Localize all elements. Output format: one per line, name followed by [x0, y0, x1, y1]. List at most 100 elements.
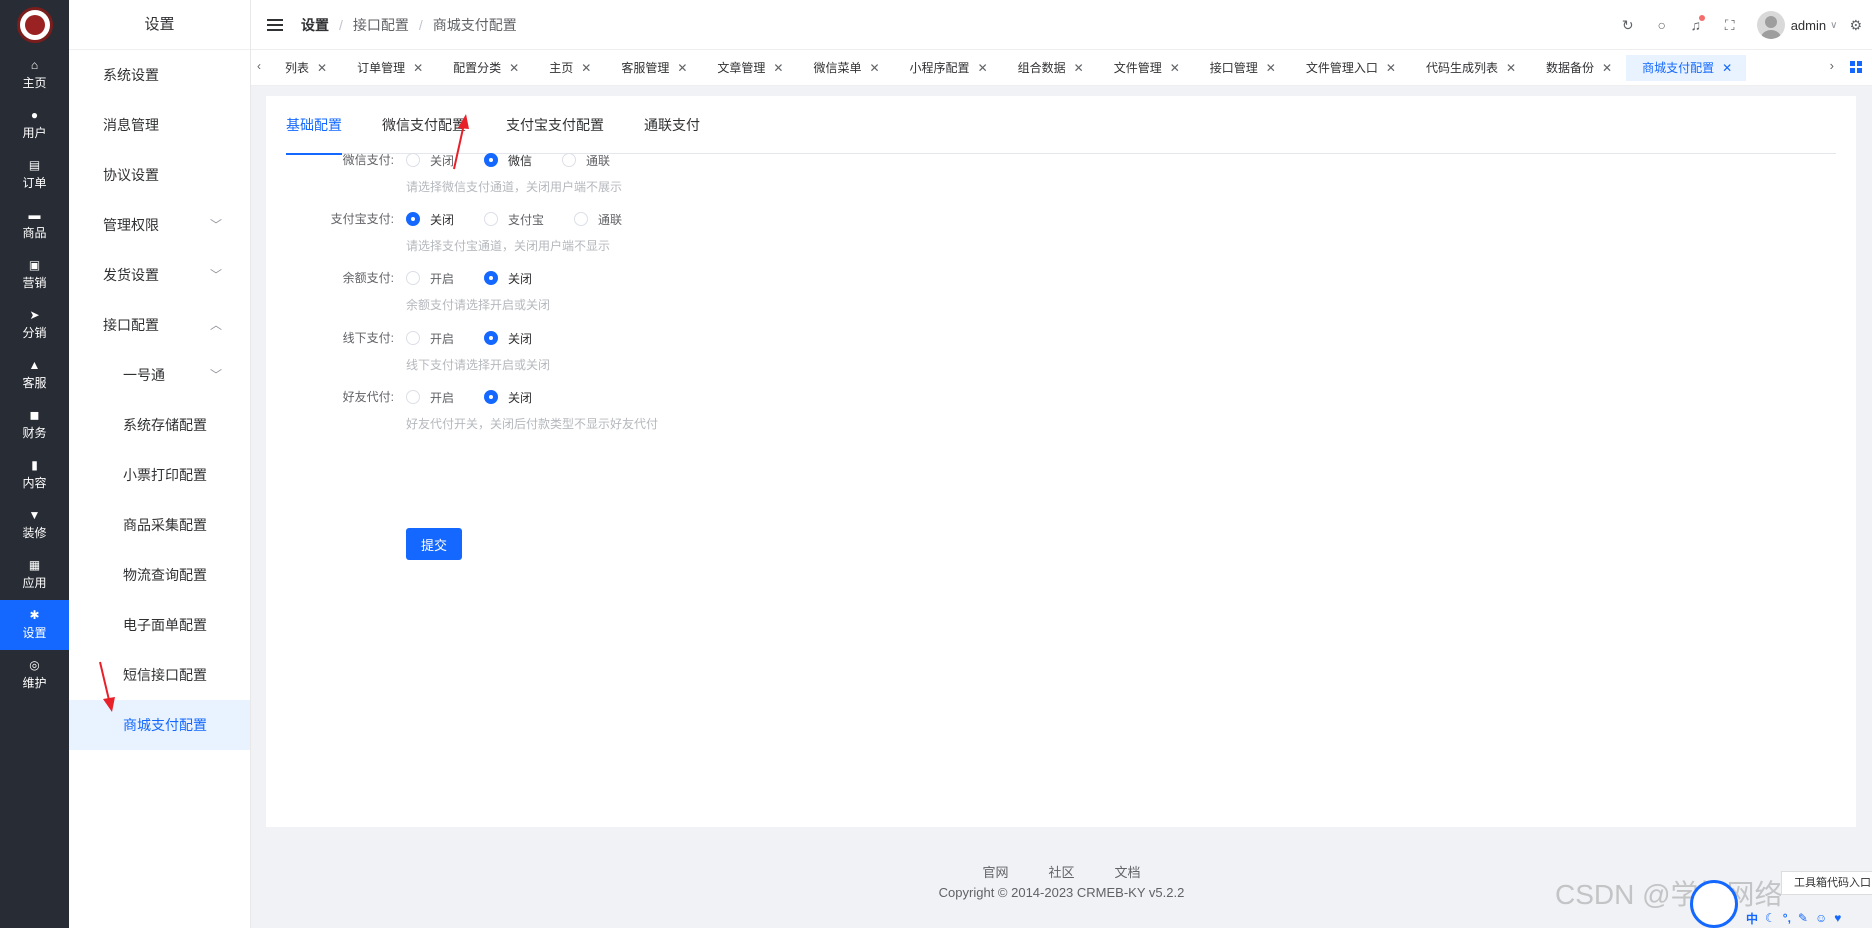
sidebar-item[interactable]: 一号通 ﹀: [69, 350, 250, 400]
sidebar-item[interactable]: 系统设置: [69, 50, 250, 100]
settings-icon[interactable]: ⚙: [1849, 17, 1862, 34]
search-icon[interactable]: ○: [1645, 17, 1679, 33]
radio-option[interactable]: 支付宝: [484, 211, 544, 228]
close-icon[interactable]: ✕: [1602, 55, 1612, 81]
close-icon[interactable]: ✕: [1074, 55, 1084, 81]
moon-icon[interactable]: ☾: [1765, 911, 1776, 925]
chevron-up-icon[interactable]: ︿: [210, 300, 222, 350]
chevron-down-icon[interactable]: ﹀: [210, 250, 222, 300]
page-tab[interactable]: 通联支付: [644, 96, 700, 154]
ime-toolbar[interactable]: 中 ☾ °, ✎ ☺ ♥: [1740, 908, 1872, 928]
rail-item-user[interactable]: ● 用户: [0, 100, 69, 150]
chevron-down-icon[interactable]: ﹀: [210, 200, 222, 250]
punctuation-icon[interactable]: °,: [1783, 911, 1791, 925]
rail-item-bell[interactable]: ▲ 客服: [0, 350, 69, 400]
username[interactable]: admin: [1791, 18, 1826, 33]
sidebar-item[interactable]: 系统存储配置: [69, 400, 250, 450]
rail-item-finance[interactable]: ◼ 财务: [0, 400, 69, 450]
radio-option[interactable]: 通联: [562, 152, 610, 169]
tab-item[interactable]: 微信菜单 ✕: [797, 55, 893, 81]
close-icon[interactable]: ✕: [1722, 55, 1732, 81]
menu-toggle-icon[interactable]: [267, 18, 283, 31]
tab-item[interactable]: 文件管理 ✕: [1098, 55, 1194, 81]
submit-button[interactable]: 提交: [406, 528, 462, 560]
radio-option[interactable]: 开启: [406, 389, 454, 406]
radio-option[interactable]: 通联: [574, 211, 622, 228]
rail-item-maintain[interactable]: ◎ 维护: [0, 650, 69, 700]
sidebar-item[interactable]: 商品采集配置: [69, 500, 250, 550]
tab-scroll-left-icon[interactable]: ‹: [257, 59, 261, 73]
tab-item[interactable]: 文件管理入口 ✕: [1290, 55, 1410, 81]
ime-language-label[interactable]: 中: [1746, 910, 1758, 927]
radio-option[interactable]: 关闭: [484, 330, 532, 347]
radio-circle-icon[interactable]: [484, 271, 499, 285]
tab-item[interactable]: 组合数据 ✕: [1002, 55, 1098, 81]
app-logo[interactable]: [0, 0, 69, 50]
footer-link[interactable]: 官网: [982, 862, 1008, 881]
toolbox-tooltip[interactable]: 工具箱代码入口: [1781, 871, 1872, 895]
breadcrumb-item[interactable]: 设置: [301, 15, 329, 35]
radio-circle-icon[interactable]: [484, 153, 499, 167]
tab-item[interactable]: 商城支付配置 ✕: [1626, 55, 1747, 81]
chevron-down-icon[interactable]: ﹀: [210, 350, 222, 400]
close-icon[interactable]: ✕: [677, 55, 687, 81]
radio-circle-icon[interactable]: [484, 390, 499, 404]
tab-item[interactable]: 接口管理 ✕: [1194, 55, 1290, 81]
tab-item[interactable]: 主页 ✕: [533, 55, 605, 81]
close-icon[interactable]: ✕: [1506, 55, 1516, 81]
page-tab[interactable]: 支付宝支付配置: [506, 96, 604, 154]
radio-option[interactable]: 开启: [406, 330, 454, 347]
radio-circle-icon[interactable]: [484, 331, 499, 345]
sidebar-item[interactable]: 消息管理: [69, 100, 250, 150]
tab-item[interactable]: 代码生成列表 ✕: [1410, 55, 1530, 81]
rail-item-marketing[interactable]: ▣ 营销: [0, 250, 69, 300]
radio-circle-icon[interactable]: [406, 390, 420, 404]
sidebar-item[interactable]: 物流查询配置: [69, 550, 250, 600]
radio-option[interactable]: 开启: [406, 270, 454, 287]
rail-item-send[interactable]: ➤ 分销: [0, 300, 69, 350]
assistant-float-icon[interactable]: [1690, 880, 1738, 928]
footer-link[interactable]: 社区: [1048, 862, 1074, 881]
rail-item-product[interactable]: ▬ 商品: [0, 200, 69, 250]
fullscreen-icon[interactable]: ⛶: [1713, 17, 1747, 34]
sidebar-item[interactable]: 接口配置 ︿: [69, 300, 250, 350]
radio-circle-icon[interactable]: [406, 212, 420, 226]
radio-option[interactable]: 关闭: [406, 211, 454, 228]
sidebar-item[interactable]: 管理权限 ﹀: [69, 200, 250, 250]
bell-icon[interactable]: ♫: [1679, 15, 1713, 33]
page-tab[interactable]: 基础配置: [286, 96, 342, 155]
smile-icon[interactable]: ☺: [1815, 911, 1827, 925]
rail-item-gear[interactable]: ✱ 设置: [0, 600, 69, 650]
close-icon[interactable]: ✕: [581, 55, 591, 81]
heart-icon[interactable]: ♥: [1834, 911, 1841, 925]
radio-circle-icon[interactable]: [484, 212, 499, 226]
sidebar-item[interactable]: 小票打印配置: [69, 450, 250, 500]
rail-item-apps[interactable]: ▦ 应用: [0, 550, 69, 600]
radio-option[interactable]: 关闭: [484, 270, 532, 287]
tab-item[interactable]: 订单管理 ✕: [341, 55, 437, 81]
tab-item[interactable]: 配置分类 ✕: [437, 55, 533, 81]
tab-item[interactable]: 客服管理 ✕: [605, 55, 701, 81]
rail-item-order[interactable]: ▤ 订单: [0, 150, 69, 200]
close-icon[interactable]: ✕: [773, 55, 783, 81]
rail-item-home[interactable]: ⌂ 主页: [0, 50, 69, 100]
sidebar-item[interactable]: 协议设置: [69, 150, 250, 200]
close-icon[interactable]: ✕: [317, 55, 327, 81]
wrench-icon[interactable]: ✎: [1798, 911, 1808, 925]
radio-circle-icon[interactable]: [406, 331, 420, 345]
radio-option[interactable]: 关闭: [484, 389, 532, 406]
close-icon[interactable]: ✕: [978, 55, 988, 81]
sidebar-item[interactable]: 发货设置 ﹀: [69, 250, 250, 300]
close-icon[interactable]: ✕: [869, 55, 879, 81]
close-icon[interactable]: ✕: [1386, 55, 1396, 81]
tab-menu-icon[interactable]: [1850, 61, 1862, 73]
radio-circle-icon[interactable]: [574, 212, 589, 226]
tab-item[interactable]: 数据备份 ✕: [1530, 55, 1626, 81]
radio-circle-icon[interactable]: [406, 271, 420, 285]
sidebar-item[interactable]: 电子面单配置: [69, 600, 250, 650]
radio-circle-icon[interactable]: [406, 153, 420, 167]
footer-link[interactable]: 文档: [1115, 862, 1141, 881]
close-icon[interactable]: ✕: [413, 55, 423, 81]
close-icon[interactable]: ✕: [1266, 55, 1276, 81]
tab-item[interactable]: 列表 ✕: [269, 55, 341, 81]
